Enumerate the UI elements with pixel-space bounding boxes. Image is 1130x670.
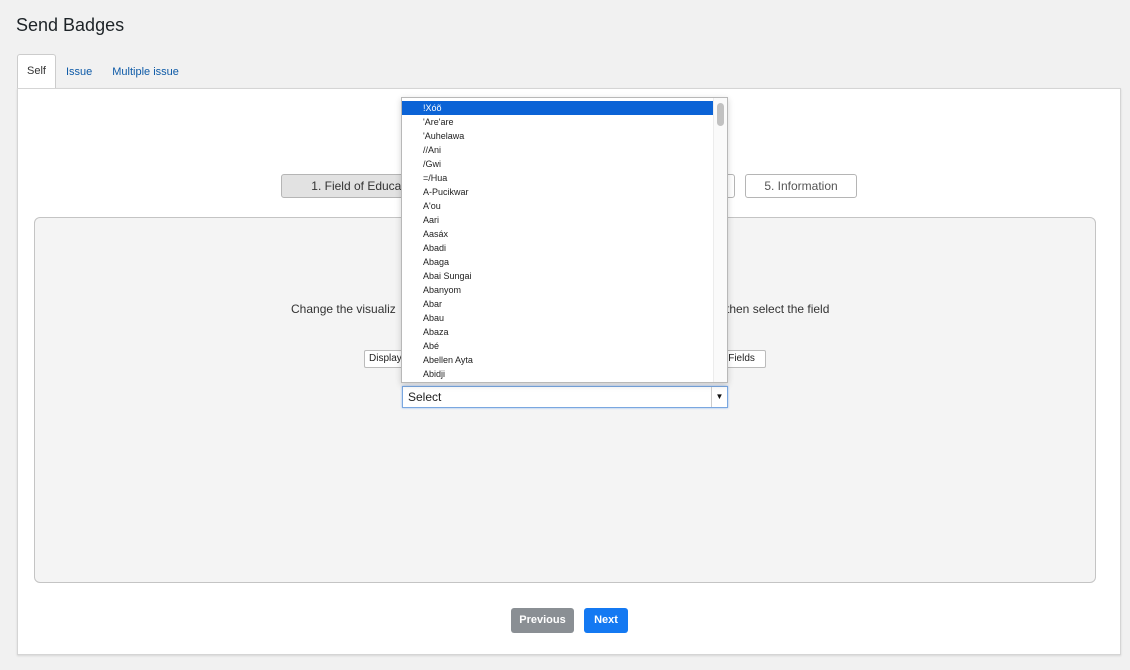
tab-self[interactable]: Self [17,54,56,88]
dropdown-option[interactable]: Abadi [402,241,713,255]
dropdown-option[interactable]: A-Pucikwar [402,185,713,199]
dropdown-option[interactable]: Aari [402,213,713,227]
scrollbar-thumb[interactable] [717,103,724,126]
step-information[interactable]: 5. Information [745,174,857,198]
dropdown-option[interactable]: 'Are'are [402,115,713,129]
dropdown-option[interactable]: Abaga [402,255,713,269]
page-title: Send Badges [16,15,125,35]
display-toggle-button[interactable]: Display [364,350,404,368]
tab-issue[interactable]: Issue [56,55,102,88]
dropdown-option[interactable]: Abanyom [402,283,713,297]
dropdown-option[interactable]: =/Hua [402,171,713,185]
dropdown-option[interactable]: Aasáx [402,227,713,241]
dropdown-option[interactable]: Abidji [402,367,713,381]
instruction-right: then select the field [726,302,830,316]
dropdown-option[interactable]: 'Auhelawa [402,129,713,143]
dropdown-option[interactable]: Abellen Ayta [402,353,713,367]
previous-button[interactable]: Previous [511,608,574,633]
chevron-down-icon[interactable]: ▼ [711,387,727,407]
dropdown-option[interactable]: /Gwi [402,157,713,171]
dropdown-option[interactable]: Abau [402,311,713,325]
dropdown-option[interactable]: Abé [402,339,713,353]
field-select-dropdown[interactable]: !Xóõ 'Are'are 'Auhelawa//Ani/Gwi =/Hua A-Puc… [401,97,728,383]
dropdown-option[interactable]: Abaza [402,325,713,339]
dropdown-option[interactable]: Abar [402,297,713,311]
dropdown-option[interactable]: Abai Sungai [402,269,713,283]
next-button[interactable]: Next [584,608,628,633]
dropdown-scrollbar[interactable] [713,98,727,382]
instruction-left: Change the visualiz [291,302,396,316]
dropdown-option[interactable]: !Xóõ [402,101,713,115]
dropdown-option[interactable]: //Ani [402,143,713,157]
tab-bar: Self Issue Multiple issue [17,54,189,88]
field-select[interactable]: Select ▼ [402,386,728,408]
field-select-value: Select [408,390,442,404]
dropdown-option[interactable]: A'ou [402,199,713,213]
dropdown-options: !Xóõ 'Are'are 'Auhelawa//Ani/Gwi =/Hua A-Puc… [402,101,713,381]
tab-multiple-issue[interactable]: Multiple issue [102,55,189,88]
